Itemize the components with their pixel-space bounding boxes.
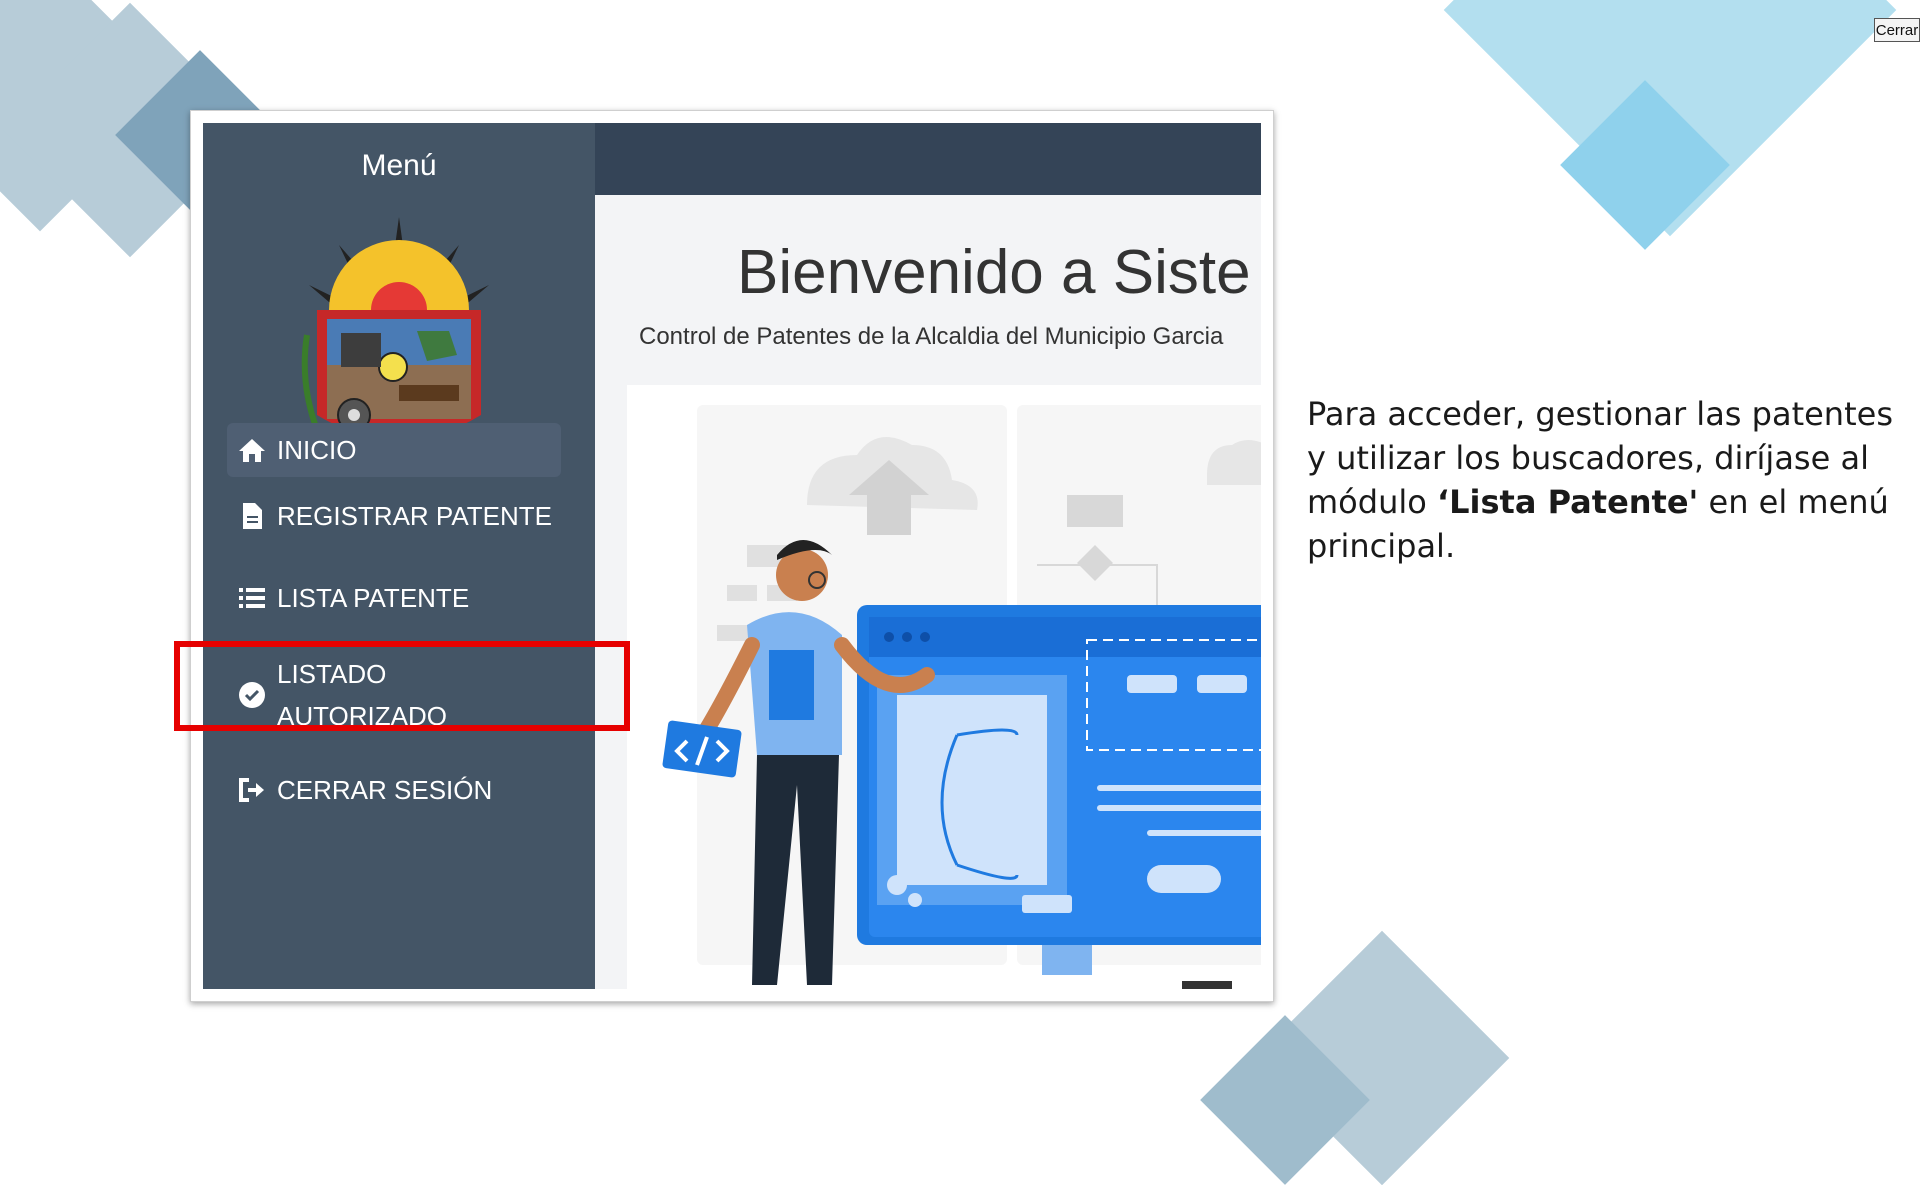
welcome-heading: Bienvenido a Siste [737,238,1251,307]
top-navbar [595,123,1261,195]
sidebar-item-lista-patente[interactable]: LISTA PATENTE [227,571,561,625]
instruction-emphasis: ‘Lista Patente' [1436,483,1699,521]
file-icon [235,501,269,531]
logout-icon [235,775,269,805]
main-content: Bienvenido a Siste Control de Patentes d… [595,195,1261,989]
sidebar-item-label: LISTA PATENTE [277,582,470,613]
sidebar: Menú INICIO REGISTRAR PATENTE LISTA PATE… [203,123,595,989]
welcome-subtitle: Control de Patentes de la Alcaldia del M… [639,323,1224,350]
developer-illustration [627,385,1261,989]
list-icon [235,583,269,613]
menu-title: Menú [361,149,437,182]
app-screenshot: Menú INICIO REGISTRAR PATENTE LISTA PATE… [190,110,1274,1002]
sidebar-item-inicio[interactable]: INICIO [227,423,561,477]
home-icon [235,435,269,465]
instruction-text: Para acceder, gestionar las patentes y u… [1307,392,1897,568]
sidebar-item-label: REGISTRAR PATENTE [277,500,552,531]
sidebar-item-label: CERRAR SESIÓN [277,774,493,805]
close-button[interactable]: Cerrar [1874,18,1920,42]
sidebar-item-registrar-patente[interactable]: REGISTRAR PATENTE [227,489,561,543]
sidebar-item-label: INICIO [277,434,357,465]
sidebar-item-cerrar-sesion[interactable]: CERRAR SESIÓN [227,763,561,817]
lista-patente-highlight [174,641,630,731]
